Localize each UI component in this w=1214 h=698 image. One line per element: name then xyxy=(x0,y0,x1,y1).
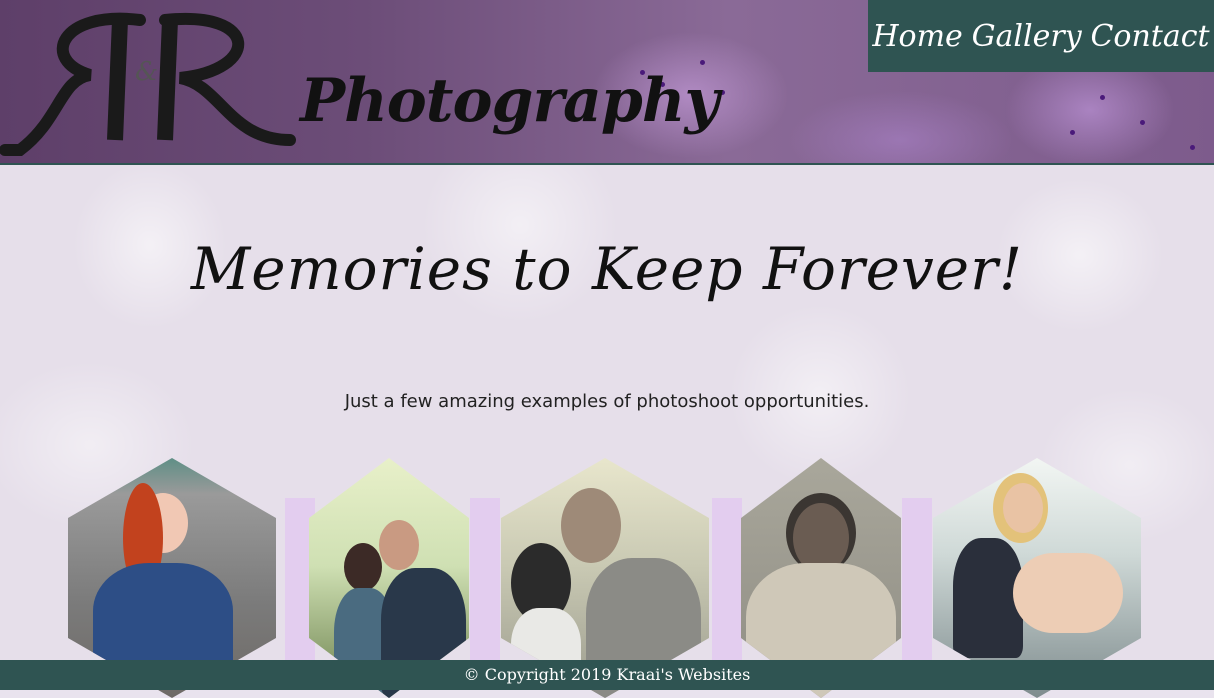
gallery-hex-row xyxy=(0,458,1214,698)
footer: © Copyright 2019 Kraai's Websites xyxy=(0,660,1214,690)
photo-subject-legs xyxy=(1013,553,1123,633)
blossom-dot xyxy=(1100,95,1105,100)
page-subtext: Just a few amazing examples of photoshoo… xyxy=(344,391,870,412)
photo-subject xyxy=(561,488,621,563)
header-banner: & Photography Home Gallery Contact xyxy=(0,0,1214,165)
blossom-dot xyxy=(720,90,725,95)
svg-text:&: & xyxy=(135,57,158,87)
footer-copyright: © Copyright 2019 Kraai's Websites xyxy=(463,665,751,684)
blossom-dot xyxy=(1140,120,1145,125)
main-nav: Home Gallery Contact xyxy=(868,0,1214,72)
hex-filler xyxy=(902,498,932,678)
logo-wordmark: Photography xyxy=(300,66,719,136)
photo-subject xyxy=(344,543,382,591)
nav-contact-link[interactable]: Contact xyxy=(1090,19,1209,54)
logo-mark-icon: & xyxy=(0,12,296,156)
nav-home-link[interactable]: Home xyxy=(872,19,962,54)
blossom-dot xyxy=(1070,130,1075,135)
hex-filler xyxy=(470,498,500,678)
blossom-dot xyxy=(1190,145,1195,150)
blossom-dot xyxy=(700,60,705,65)
hex-filler xyxy=(712,498,742,678)
photo-subject xyxy=(379,520,419,570)
photo-subject xyxy=(1003,483,1043,533)
main-section: Memories to Keep Forever! Just a few ama… xyxy=(0,165,1214,698)
page-headline: Memories to Keep Forever! xyxy=(190,235,1024,303)
logo[interactable]: & xyxy=(0,0,300,163)
nav-gallery-link[interactable]: Gallery xyxy=(972,19,1082,54)
